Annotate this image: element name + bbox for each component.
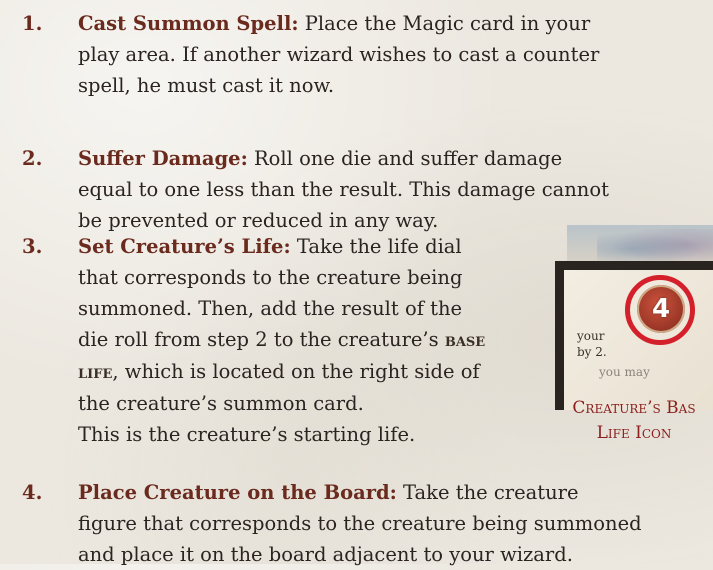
step-line: be prevented or reduced in any way. <box>78 209 439 232</box>
step-number: 3. <box>22 235 43 258</box>
step-line: figure that corresponds to the creature … <box>78 512 642 535</box>
step-line: die roll from step <box>78 328 256 351</box>
card-text-fragment: your <box>577 329 605 343</box>
step-1: 1. Cast Summon Spell: Place the Magic ca… <box>22 8 702 104</box>
step-text: Suffer Damage: Roll one die and suffer d… <box>78 143 609 236</box>
step-line: Roll one die and suffer damage <box>247 147 563 170</box>
step-3: 3. Set Creature’s Life: Take the life di… <box>22 231 562 446</box>
step-text: Place Creature on the Board: Take the cr… <box>78 477 642 570</box>
step-line: and place it on the board adjacent to yo… <box>78 543 573 566</box>
step-heading: Suffer Damage: <box>78 147 248 170</box>
card-text-fragment: you may <box>599 365 650 379</box>
step-text: Cast Summon Spell: Place the Magic card … <box>78 8 599 101</box>
step-line: equal to one less than the result. This … <box>78 178 609 201</box>
step-text: Set Creature’s Life: Take the life dial … <box>78 231 578 450</box>
step-line: summoned. Then, add the result of the <box>78 297 463 320</box>
step-4: 4. Place Creature on the Board: Take the… <box>22 477 712 567</box>
step-line: that corresponds to the creature being <box>78 266 463 289</box>
step-line: Take the creature <box>396 481 579 504</box>
caption-line: Life Icon <box>596 423 672 443</box>
step-line: Place the Magic card in your <box>298 12 591 35</box>
step-line: to the creature’s <box>267 328 445 351</box>
step-line: play area. If another wizard wishes to c… <box>78 43 600 66</box>
step-number: 1. <box>22 12 43 35</box>
step-heading: Set Creature’s Life: <box>78 235 291 258</box>
step-heading: Cast Summon Spell: <box>78 12 299 35</box>
caption-line: Creature’s Bas <box>572 398 696 418</box>
life-keyword: life <box>78 362 113 383</box>
step-line: , which is located on the right side of <box>112 360 480 383</box>
card-text-fragment: by 2. <box>577 345 607 359</box>
step-number: 2. <box>22 147 43 170</box>
step-line: spell, he must cast it now. <box>78 74 335 97</box>
figure-caption: Creature’s Bas Life Icon <box>555 396 713 446</box>
step-line: Take the life dial <box>290 235 462 258</box>
base-life-figure: your by 2. you may 4 Creature’s Bas Life… <box>555 225 713 443</box>
step-number: 4. <box>22 481 43 504</box>
step-reference: 2 <box>255 328 268 351</box>
step-line: This is the creature’s starting life. <box>78 423 416 446</box>
base-keyword: base <box>444 330 486 351</box>
step-line: the creature’s summon card. <box>78 392 364 415</box>
step-heading: Place Creature on the Board: <box>78 481 397 504</box>
highlight-ring <box>625 275 695 345</box>
